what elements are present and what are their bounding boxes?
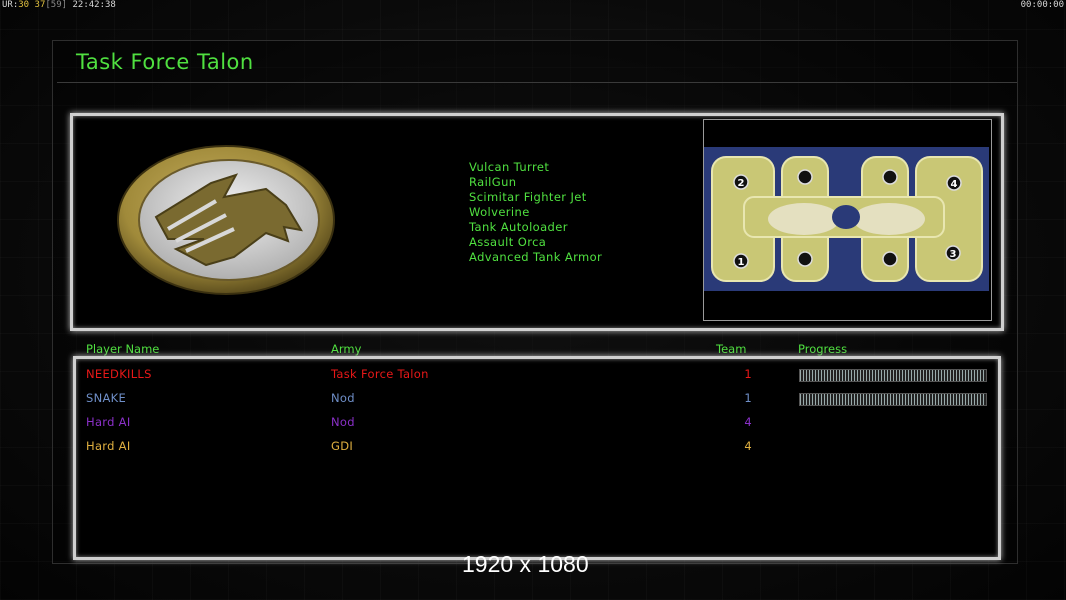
player-row: NEEDKILLS Task Force Talon 1 [0, 367, 1066, 391]
column-header-army: Army [331, 342, 362, 356]
hud-fps-a: 30 [18, 0, 30, 10]
gdi-eagle-emblem-icon [116, 145, 336, 295]
map-preview: 2 4 1 3 [704, 147, 989, 291]
player-army: Nod [331, 391, 355, 405]
hud-fps-c: [59] [45, 0, 68, 10]
start-position-label: 1 [738, 257, 745, 268]
player-team: 4 [744, 439, 752, 453]
hud-timer: 00:00:00 [1020, 0, 1064, 10]
player-row: Hard AI GDI 4 [0, 439, 1066, 463]
player-name: NEEDKILLS [86, 367, 152, 381]
power-item: Assault Orca [469, 235, 547, 249]
column-header-team: Team [716, 342, 747, 356]
power-item: Wolverine [469, 205, 530, 219]
player-team: 1 [744, 367, 752, 381]
start-position-label: 2 [738, 178, 745, 189]
power-item: Scimitar Fighter Jet [469, 190, 587, 204]
start-position-label: 4 [951, 179, 958, 190]
power-item: Vulcan Turret [469, 160, 550, 174]
player-team: 1 [744, 391, 752, 405]
player-row: Hard AI Nod 4 [0, 415, 1066, 439]
player-row: SNAKE Nod 1 [0, 391, 1066, 415]
power-item: RailGun [469, 175, 517, 189]
player-army: Nod [331, 415, 355, 429]
power-item: Advanced Tank Armor [469, 250, 603, 264]
column-header-progress: Progress [798, 342, 848, 356]
hud-fps-b: 37 [34, 0, 46, 10]
player-name: Hard AI [86, 439, 131, 453]
faction-powers-list: Vulcan Turret RailGun Scimitar Fighter J… [469, 160, 602, 265]
player-army: GDI [331, 439, 354, 453]
start-position-label: 3 [950, 249, 957, 260]
player-team: 4 [744, 415, 752, 429]
hud-clock: 22:42:38 [72, 0, 116, 10]
loading-progress-bar [799, 369, 987, 382]
resolution-overlay: 1920 x 1080 [462, 551, 589, 577]
power-item: Tank Autoloader [469, 220, 568, 234]
page-title: Task Force Talon [76, 50, 254, 74]
player-name: SNAKE [86, 391, 127, 405]
player-name: Hard AI [86, 415, 131, 429]
hud-fps-clock: UR:30 37[59] 22:42:38 [2, 0, 116, 11]
hud-prefix: UR: [2, 0, 19, 10]
player-army: Task Force Talon [331, 367, 429, 381]
column-header-player: Player Name [86, 342, 160, 356]
loading-progress-bar [799, 393, 987, 406]
